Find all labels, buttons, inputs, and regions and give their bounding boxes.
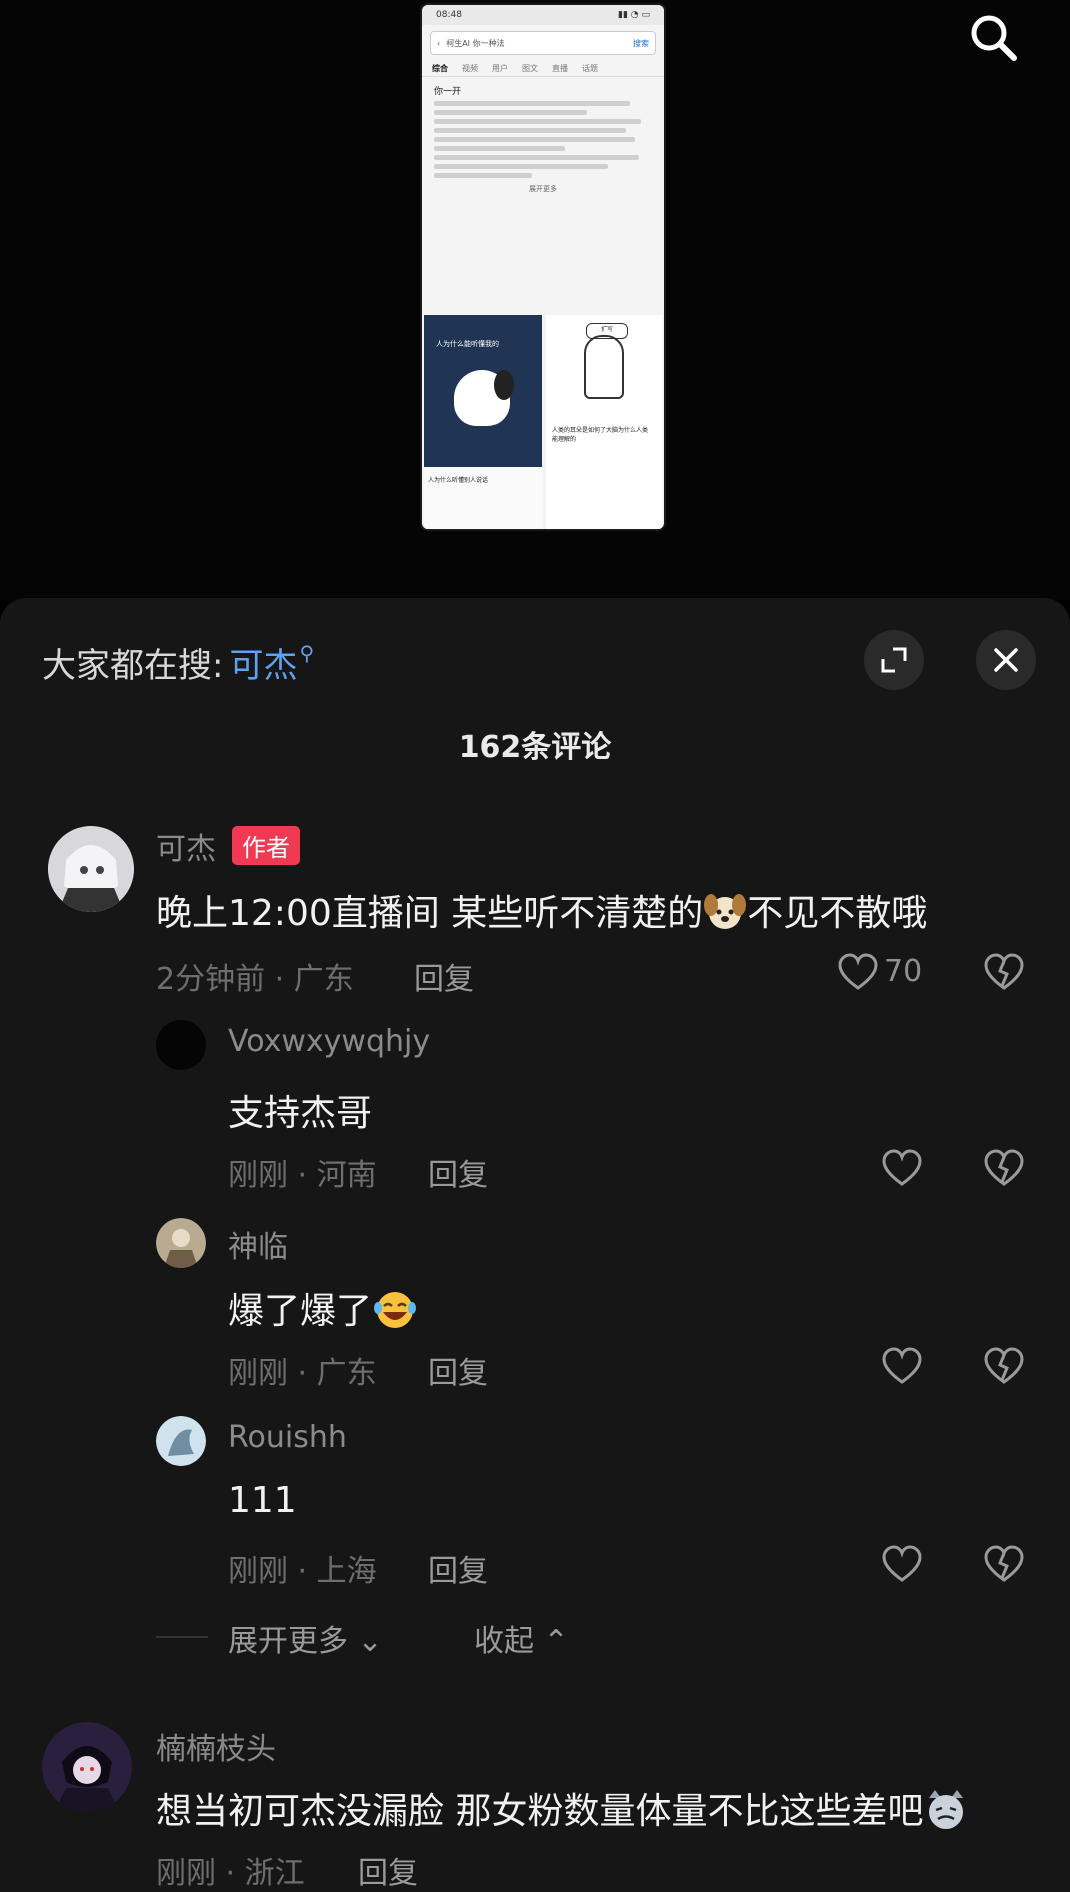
comment-text-part: 想当初可杰没漏脸 那女粉数量体量不比这些差吧 [156,1791,924,1832]
phone-status-bar: 08:48 ▮▮ ◔ ▭ [422,5,664,25]
comment-panel: 大家都在搜: 可杰 ⚲ 162条评论 可杰 作者 晚上12:00直播间 某些听不… [0,598,1070,1892]
reply-button[interactable]: 回复 [428,1150,488,1194]
reply-username[interactable]: Voxwxywqhjy [228,1024,430,1059]
phone-more-link: 展开更多 [529,185,557,193]
heart-icon[interactable] [882,1149,922,1189]
phone-card1-caption: 人为什么听懂别人说话 [428,477,489,484]
phone-cards: 人为什么能听懂我的 人为什么听懂别人说话 扩写 人类的耳朵是如何了大脑为什么人类… [422,315,664,529]
reply-text: 爆了爆了 [228,1282,418,1339]
phone-status-time: 08:48 [436,10,462,20]
heart-icon[interactable] [882,1347,922,1387]
phone-card-dog: 人为什么能听懂我的 人为什么听懂别人说话 [424,315,542,529]
avatar[interactable] [156,1218,206,1268]
avatar[interactable] [156,1416,206,1466]
comment-text-part: 不见不散哦 [747,893,928,934]
heart-icon[interactable] [838,953,878,993]
phone-signal-icon: ▮▮ ◔ ▭ [618,10,650,20]
trending-label: 大家都在搜: [42,646,224,686]
phone-tab: 用户 [492,64,508,73]
reply-text: 111 [228,1480,297,1521]
reply-button[interactable]: 回复 [428,1348,488,1392]
phone-tab: 话题 [582,64,598,73]
divider-line [156,1636,208,1638]
phone-article-text: 你一开 展开更多 [422,77,664,206]
reply-button[interactable]: 回复 [428,1546,488,1590]
broken-heart-icon[interactable] [984,1545,1024,1585]
author-badge: 作者 [232,826,300,865]
like-count: 70 [884,954,923,989]
comment-text: 想当初可杰没漏脸 那女粉数量体量不比这些差吧 [156,1782,969,1839]
search-small-icon: ⚲ [299,640,315,665]
phone-heading: 你一开 [434,87,462,97]
cat-emoji-icon [923,1788,969,1839]
phone-back-icon: ‹ [437,38,441,48]
reply-meta: 刚刚 · 广东 [228,1356,377,1391]
laughing-emoji-icon [372,1288,418,1339]
search-icon[interactable] [966,10,1022,66]
comment-username[interactable]: 楠楠枝头 [156,1724,276,1768]
phone-search-button: 搜索 [633,38,649,48]
close-button[interactable] [976,630,1036,690]
expand-icon [881,647,907,673]
heart-icon[interactable] [882,1545,922,1585]
expand-button[interactable] [864,630,924,690]
reply-meta: 刚刚 · 河南 [228,1158,377,1193]
reply-button[interactable]: 回复 [414,954,474,998]
dog-emoji-icon [703,891,747,940]
comment-text-part: 晚上12:00直播间 某些听不清楚的 [156,893,704,934]
expand-more-label: 展开更多 [228,1624,348,1659]
reply-username[interactable]: 神临 [228,1222,288,1266]
trending-keyword[interactable]: 可杰 [229,638,297,687]
avatar[interactable] [156,1020,206,1070]
collapse-label: 收起 [474,1624,534,1659]
reply-meta: 刚刚 · 上海 [228,1554,377,1589]
comment-count: 162条评论 [458,730,612,765]
collapse-replies[interactable]: 收起 ⌃ [474,1616,569,1660]
phone-search-text: 柯生AI 你一种法 [446,38,505,48]
video-player[interactable]: 08:48 ▮▮ ◔ ▭ ‹ 柯生AI 你一种法 搜索 综合 视频 用户 图文 … [0,0,1070,600]
phone-tabs: 综合 视频 用户 图文 直播 话题 [422,61,664,77]
reply-button[interactable]: 回复 [358,1848,418,1892]
phone-card2-caption: 人类的耳朵是如何了大脑为什么人类能理解的 [552,427,649,443]
phone-tab: 综合 [432,64,448,73]
chevron-down-icon: ⌄ [357,1624,383,1659]
broken-heart-icon[interactable] [984,953,1024,993]
phone-card-figure: 扩写 人类的耳朵是如何了大脑为什么人类能理解的 [546,315,662,529]
chevron-up-icon: ⌃ [543,1624,569,1659]
comment-meta: 刚刚 · 浙江 [156,1856,305,1891]
avatar[interactable] [42,1722,132,1812]
trending-search[interactable]: 大家都在搜: 可杰 ⚲ [42,638,314,687]
figure-illustration [584,335,624,399]
comment-text: 晚上12:00直播间 某些听不清楚的 不见不散哦 [156,884,927,940]
phone-tab: 视频 [462,64,478,73]
broken-heart-icon[interactable] [984,1347,1024,1387]
phone-tab: 图文 [522,64,538,73]
comment-meta: 2分钟前 · 广东 [156,962,354,997]
comment-username[interactable]: 可杰 [156,824,216,868]
expand-more-replies[interactable]: 展开更多 ⌄ [228,1616,383,1660]
reply-username[interactable]: Rouishh [228,1420,347,1455]
phone-search-bar: ‹ 柯生AI 你一种法 搜索 [430,31,656,55]
broken-heart-icon[interactable] [984,1149,1024,1189]
avatar[interactable] [48,826,134,912]
video-frame-phone-screenshot: 08:48 ▮▮ ◔ ▭ ‹ 柯生AI 你一种法 搜索 综合 视频 用户 图文 … [422,5,664,529]
reply-text-part: 爆了爆了 [228,1291,373,1332]
close-icon [994,648,1018,672]
phone-card1-title: 人为什么能听懂我的 [436,340,499,348]
reply-text: 支持杰哥 [228,1093,373,1134]
phone-tab: 直播 [552,64,568,73]
